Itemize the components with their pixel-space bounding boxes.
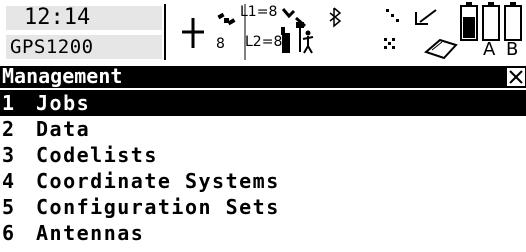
status-bar: 12:14 GPS1200 L1=8 L2=8 8 A B [0,0,526,64]
battery-a-icon [460,2,478,41]
menu-item-label: Antennas [36,221,145,245]
menu-item-number: 3 [2,143,16,167]
l1-label: L1= [240,4,269,20]
menu-item-coordinate-systems[interactable]: 4 Coordinate Systems [0,168,526,194]
l2-value: 8 [273,34,283,50]
battery-b-icon [482,2,500,41]
battery-label-a: A [483,39,496,60]
satellite-count: 8 [216,36,225,52]
menu-item-label: Configuration Sets [36,195,280,219]
menu-item-antennas[interactable]: 6 Antennas [0,220,526,246]
menu-item-jobs[interactable]: 1 Jobs [0,90,526,116]
menu-item-number: 1 [2,91,16,115]
satellite-icon [217,12,236,26]
menu-item-label: Coordinate Systems [36,169,280,193]
menu-item-number: 5 [2,195,16,219]
menu-item-label: Codelists [36,143,158,167]
management-menu: 1 Jobs 2 Data 3 Codelists 4 Coordinate S… [0,90,526,246]
close-button[interactable] [506,67,526,87]
close-icon [509,70,523,84]
battery-c-icon [504,2,522,41]
menu-item-number: 6 [2,221,16,245]
l2-label: L2= [245,34,274,50]
menu-item-number: 4 [2,169,16,193]
menu-item-number: 2 [2,117,16,141]
bluetooth-icon [329,7,342,28]
page-title: Management [2,64,123,88]
data-transfer-icon [415,9,437,25]
antenna-setup-icon [281,22,314,54]
l1-value: 8 [268,4,278,20]
memory-card-icon [424,38,458,60]
radio-link-icon [384,9,399,49]
menu-item-configuration-sets[interactable]: 5 Configuration Sets [0,194,526,220]
menu-item-label: Data [36,117,91,141]
screen-title-bar: Management [0,64,526,88]
menu-item-codelists[interactable]: 3 Codelists [0,142,526,168]
position-crosshair-icon [182,18,204,48]
menu-item-data[interactable]: 2 Data [0,116,526,142]
menu-item-label: Jobs [36,91,91,115]
battery-label-b: B [506,39,519,60]
